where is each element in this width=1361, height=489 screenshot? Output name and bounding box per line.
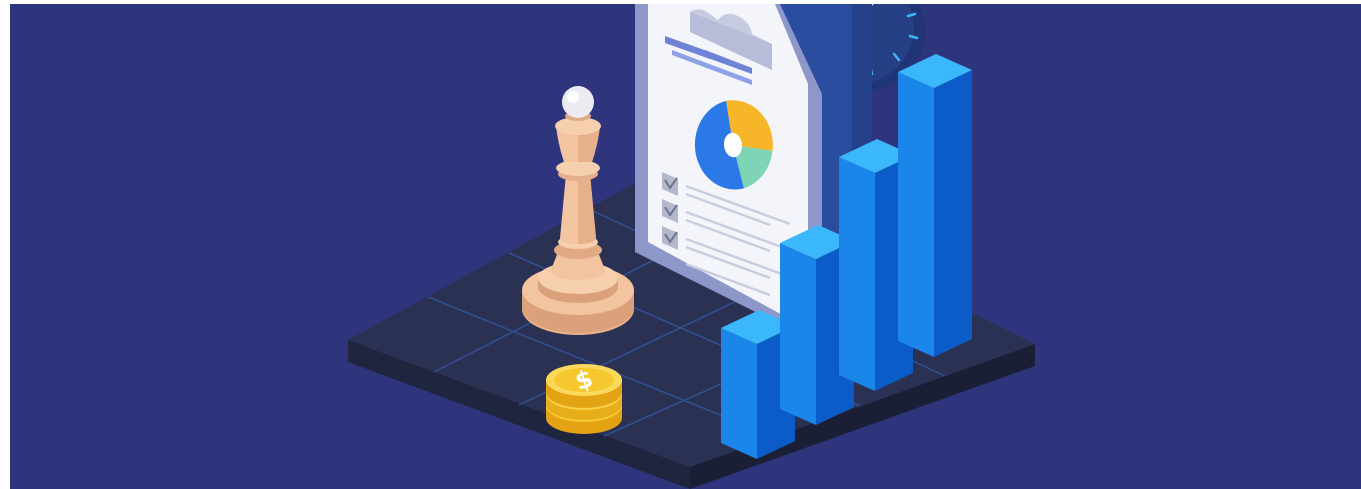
bar-side-face <box>934 70 972 357</box>
illustration-frame: $ <box>10 4 1361 489</box>
bar-front-face <box>780 243 816 425</box>
bar-front-face <box>898 72 934 357</box>
bar-front-face <box>839 157 875 391</box>
bar-4 <box>898 54 972 357</box>
dollar-coin-icon: $ <box>546 364 622 434</box>
bar-front-face <box>721 328 757 459</box>
strategy-illustration: $ <box>10 4 1361 489</box>
